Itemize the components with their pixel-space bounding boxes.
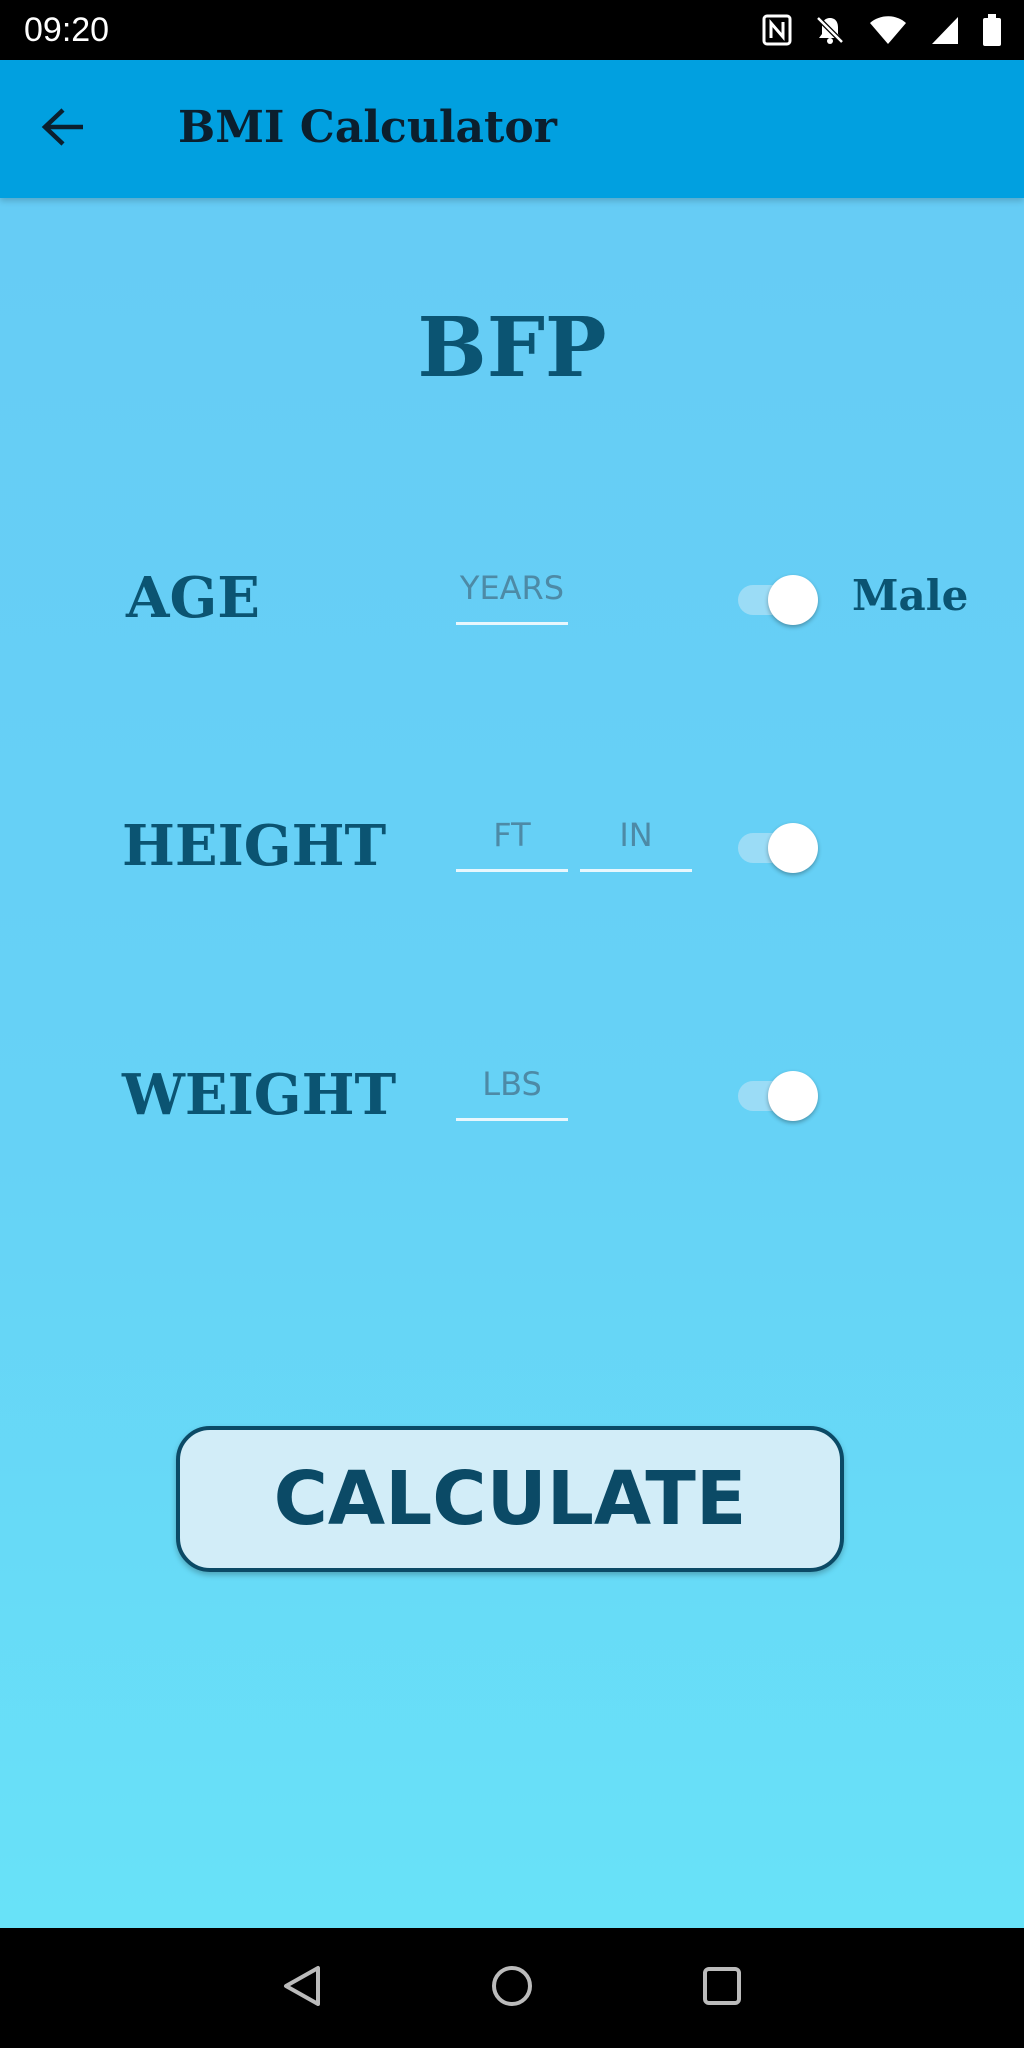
age-input[interactable]: YEARS	[456, 562, 568, 625]
app-bar: BMI Calculator	[0, 60, 1024, 198]
notifications-off-icon	[814, 14, 846, 46]
status-icons	[762, 10, 1002, 50]
status-bar: 09:20	[0, 0, 1024, 60]
main-content: BFP AGE YEARS Male HEIGHT FT IN WEIGHT L…	[0, 198, 1024, 1928]
height-inches-input[interactable]: IN	[580, 809, 692, 872]
height-label: HEIGHT	[122, 813, 387, 879]
back-triangle-icon	[280, 1964, 324, 2012]
navigation-bar	[0, 1928, 1024, 2048]
app-title: BMI Calculator	[178, 102, 557, 153]
toggle-thumb	[768, 575, 818, 625]
battery-icon	[982, 14, 1002, 46]
page-heading: BFP	[417, 300, 607, 396]
nav-recents-button[interactable]	[692, 1958, 752, 2018]
height-unit-toggle[interactable]	[734, 818, 824, 874]
gender-toggle[interactable]	[734, 570, 824, 626]
recents-square-icon	[700, 1964, 744, 2012]
weight-unit-toggle[interactable]	[734, 1066, 824, 1122]
signal-icon	[930, 15, 960, 45]
back-button[interactable]	[30, 96, 96, 162]
home-circle-icon	[490, 1964, 534, 2012]
toggle-thumb	[768, 823, 818, 873]
wifi-icon	[868, 14, 908, 46]
weight-input[interactable]: LBS	[456, 1058, 568, 1121]
weight-label: WEIGHT	[122, 1062, 397, 1128]
nfc-icon	[762, 14, 792, 46]
nav-home-button[interactable]	[482, 1958, 542, 2018]
nav-back-button[interactable]	[272, 1958, 332, 2018]
toggle-thumb	[768, 1071, 818, 1121]
calculate-button[interactable]: CALCULATE	[176, 1426, 844, 1572]
height-feet-input[interactable]: FT	[456, 809, 568, 872]
arrow-left-icon	[41, 107, 85, 151]
gender-label: Male	[852, 571, 969, 620]
age-label: AGE	[126, 565, 260, 631]
status-time: 09:20	[24, 11, 110, 49]
